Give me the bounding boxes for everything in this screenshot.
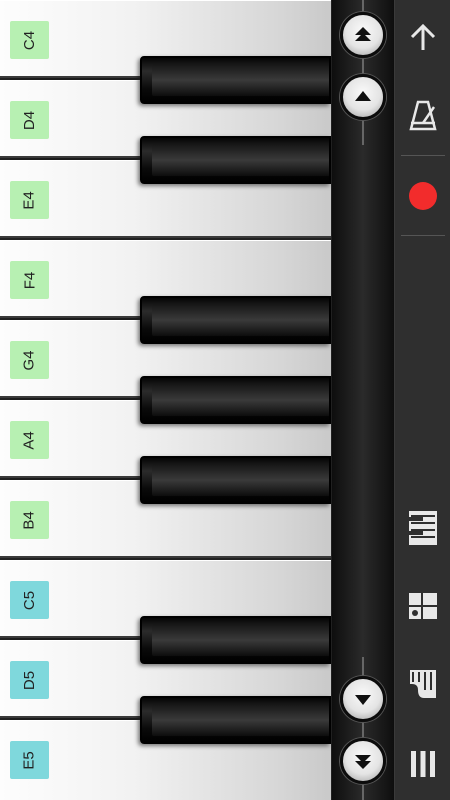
black-key-a-sharp-4[interactable] <box>10 456 331 504</box>
note-label: E5 <box>10 741 49 779</box>
note-label: C5 <box>10 581 49 619</box>
note-label: E4 <box>10 181 49 219</box>
scroll-up-button[interactable] <box>340 74 386 120</box>
piano-keyboard: C4 D4 E4 F4 G4 A4 B4 C5 D5 E5 <box>0 0 332 800</box>
toolbar-divider <box>401 155 445 156</box>
black-key-c-sharp-4[interactable] <box>10 56 331 104</box>
toolbar-divider <box>401 235 445 236</box>
instrument-button[interactable] <box>395 658 450 710</box>
scroll-down-button[interactable] <box>340 676 386 722</box>
menu-button[interactable] <box>395 738 450 790</box>
black-key-d-sharp-4[interactable] <box>10 136 331 184</box>
dual-keyboard-icon <box>409 593 437 619</box>
menu-icon <box>411 751 435 777</box>
black-key-f-sharp-4[interactable] <box>10 296 331 344</box>
scroll-down-fast-button[interactable] <box>340 738 386 784</box>
keyboard-layout-button[interactable] <box>395 502 450 554</box>
note-label: B4 <box>10 501 49 539</box>
note-label: G4 <box>10 341 49 379</box>
scroll-up-fast-button[interactable] <box>340 12 386 58</box>
note-label: C4 <box>10 21 49 59</box>
keyboard-layout-icon <box>409 511 437 545</box>
instrument-piano-icon <box>410 670 436 698</box>
black-key-g-sharp-4[interactable] <box>10 376 331 424</box>
right-toolbar <box>394 0 450 800</box>
arrow-up-icon <box>355 91 371 101</box>
dual-keyboard-button[interactable] <box>395 580 450 632</box>
keyboard-navigator <box>332 0 394 800</box>
arrow-down-icon <box>355 695 371 705</box>
record-icon <box>409 182 437 210</box>
note-label: D4 <box>10 101 49 139</box>
metronome-button[interactable] <box>395 90 450 142</box>
metronome-icon <box>409 100 437 131</box>
note-label: D5 <box>10 661 49 699</box>
black-key-d-sharp-5[interactable] <box>10 696 331 744</box>
double-arrow-up-icon <box>355 27 371 41</box>
note-label: F4 <box>10 261 49 299</box>
back-button[interactable] <box>395 14 450 62</box>
black-key-c-sharp-5[interactable] <box>10 616 331 664</box>
note-label: A4 <box>10 421 49 459</box>
record-button[interactable] <box>395 170 450 222</box>
double-arrow-down-icon <box>355 755 371 769</box>
back-arrow-icon <box>410 23 436 50</box>
piano-app: C4 D4 E4 F4 G4 A4 B4 C5 D5 E5 <box>0 0 450 800</box>
